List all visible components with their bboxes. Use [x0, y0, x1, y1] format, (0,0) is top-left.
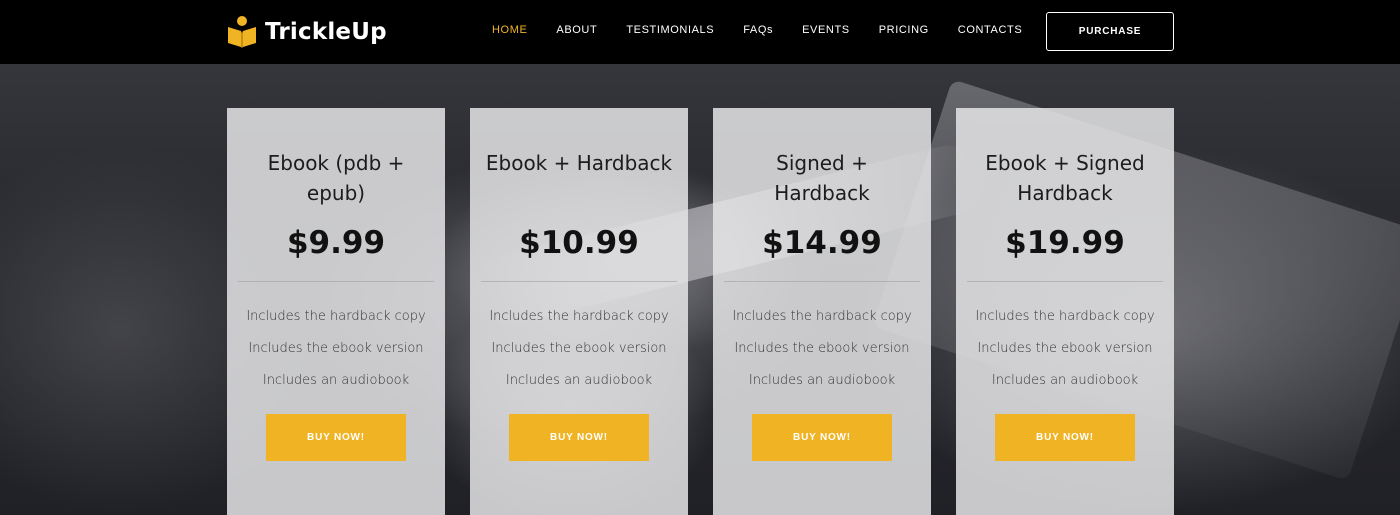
pricing-card: Ebook + Signed Hardback $19.99 Includes …	[956, 108, 1174, 515]
nav-item-about[interactable]: ABOUT	[556, 24, 597, 36]
nav-item-home[interactable]: HOME	[492, 24, 527, 36]
buy-now-button[interactable]: BUY NOW!	[752, 414, 892, 461]
plan-title: Signed + Hardback	[774, 151, 870, 205]
nav-item-faqs[interactable]: FAQs	[743, 24, 773, 36]
pricing-card: Ebook (pdb + epub) $9.99 Includes the ha…	[227, 108, 445, 515]
plan-price: $9.99	[286, 225, 386, 261]
nav-item-events[interactable]: EVENTS	[802, 24, 850, 36]
feature-list: Includes the hardback copy Includes the …	[732, 301, 911, 397]
feature-item: Includes an audiobook	[748, 373, 896, 388]
feature-item: Includes the ebook version	[248, 341, 424, 356]
feature-item: Includes the hardback copy	[975, 309, 1155, 324]
card-divider	[481, 281, 677, 282]
open-book-person-icon	[227, 15, 257, 49]
buy-now-button[interactable]: BUY NOW!	[995, 414, 1135, 461]
feature-item: Includes the ebook version	[734, 341, 910, 356]
nav-item-testimonials[interactable]: TESTIMONIALS	[626, 24, 714, 36]
buy-now-button[interactable]: BUY NOW!	[509, 414, 649, 461]
feature-list: Includes the hardback copy Includes the …	[246, 301, 425, 397]
plan-title: Ebook (pdb + epub)	[267, 151, 405, 205]
brand-logo[interactable]: TrickleUp	[227, 14, 387, 50]
plan-title: Ebook + Signed Hardback	[985, 151, 1145, 205]
card-divider	[238, 281, 434, 282]
plan-title: Ebook + Hardback	[485, 151, 673, 175]
plan-price: $10.99	[519, 225, 639, 261]
nav-item-contacts[interactable]: CONTACTS	[958, 24, 1022, 36]
feature-item: Includes the hardback copy	[732, 309, 912, 324]
plan-price: $19.99	[1005, 225, 1125, 261]
feature-item: Includes the ebook version	[977, 341, 1153, 356]
card-divider	[724, 281, 920, 282]
feature-item: Includes the ebook version	[491, 341, 667, 356]
feature-item: Includes the hardback copy	[246, 309, 426, 324]
pricing-card: Signed + Hardback $14.99 Includes the ha…	[713, 108, 931, 515]
pricing-cards: Ebook (pdb + epub) $9.99 Includes the ha…	[227, 108, 1174, 515]
main-nav: HOME ABOUT TESTIMONIALS FAQs EVENTS PRIC…	[492, 24, 1051, 36]
feature-list: Includes the hardback copy Includes the …	[975, 301, 1154, 397]
brand-name: TrickleUp	[265, 19, 387, 45]
feature-item: Includes an audiobook	[262, 373, 410, 388]
buy-now-button[interactable]: BUY NOW!	[266, 414, 406, 461]
plan-price: $14.99	[762, 225, 882, 261]
purchase-button[interactable]: PURCHASE	[1046, 12, 1174, 51]
feature-item: Includes an audiobook	[991, 373, 1139, 388]
feature-list: Includes the hardback copy Includes the …	[489, 301, 668, 397]
feature-item: Includes the hardback copy	[489, 309, 669, 324]
pricing-card: Ebook + Hardback $10.99 Includes the har…	[470, 108, 688, 515]
site-header: TrickleUp HOME ABOUT TESTIMONIALS FAQs E…	[0, 0, 1400, 64]
nav-item-pricing[interactable]: PRICING	[879, 24, 929, 36]
card-divider	[967, 281, 1163, 282]
feature-item: Includes an audiobook	[505, 373, 653, 388]
